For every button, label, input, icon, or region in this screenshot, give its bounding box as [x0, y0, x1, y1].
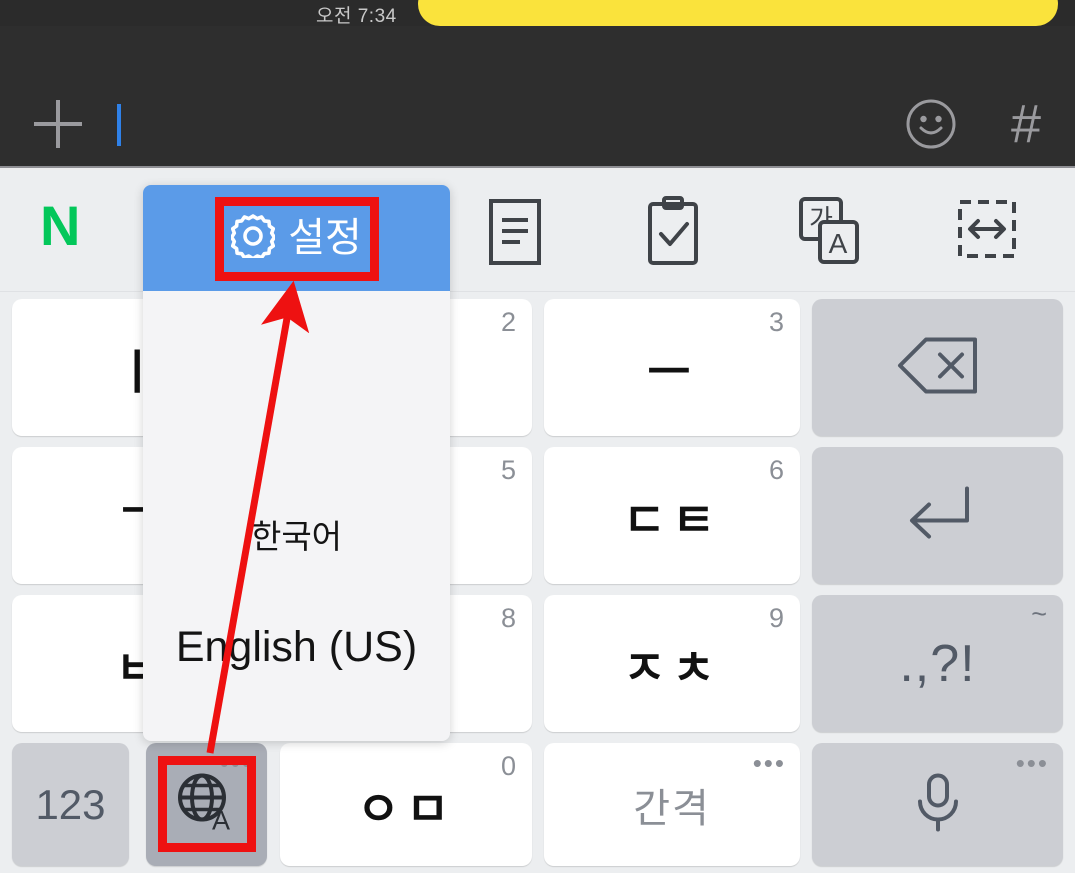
key-more-dots: •••	[219, 748, 253, 778]
key-consonant-dt[interactable]: 6 ㄷㅌ	[544, 447, 800, 584]
translate-icon[interactable]: 가 A	[798, 196, 860, 271]
key-label: 간격	[633, 786, 711, 831]
language-option-english[interactable]: English (US)	[143, 623, 450, 672]
key-label: ㄷㅌ	[622, 493, 722, 546]
key-label: ㅡ	[647, 345, 697, 398]
svg-text:A: A	[829, 228, 848, 259]
backspace-icon	[896, 334, 980, 401]
key-punctuation[interactable]: ~ .,?!	[812, 595, 1063, 732]
key-backspace[interactable]	[812, 299, 1063, 436]
status-time: 오전 7:34	[316, 6, 397, 27]
hashtag-icon[interactable]: #	[1011, 96, 1041, 152]
key-more-dots: •••	[1015, 748, 1049, 778]
key-vowel-eu[interactable]: 3 ㅡ	[544, 299, 800, 436]
notification-pill	[418, 0, 1058, 26]
microphone-icon	[911, 771, 965, 838]
key-space[interactable]: ••• 간격	[544, 743, 800, 866]
gear-icon	[230, 213, 277, 263]
key-globe-language[interactable]: ••• A	[146, 743, 267, 866]
settings-button[interactable]: 설정	[143, 185, 450, 291]
key-alt-label: ~	[1031, 599, 1047, 629]
key-enter[interactable]	[812, 447, 1063, 584]
status-bar: 오전 7:34	[0, 0, 1075, 27]
enter-icon	[901, 482, 975, 549]
plus-icon[interactable]	[34, 100, 82, 148]
settings-label: 설정	[288, 216, 362, 260]
emoji-smiley-icon[interactable]	[905, 98, 957, 150]
language-option-korean[interactable]: 한국어	[143, 510, 450, 558]
key-consonant-jc[interactable]: 9 ㅈㅊ	[544, 595, 800, 732]
key-more-dots: •••	[752, 748, 786, 778]
text-caret	[117, 104, 121, 146]
key-label: 123	[35, 780, 106, 828]
key-consonant-om[interactable]: 0 ㅇㅁ	[280, 743, 532, 866]
key-voice-input[interactable]: •••	[812, 743, 1063, 866]
key-numeric-mode[interactable]: 123	[12, 743, 129, 866]
globe-a-icon: A	[176, 771, 238, 838]
clipboard-check-icon[interactable]	[645, 196, 701, 273]
phone-screen: 오전 7:34 # N 가 A ㅣ 2 3 ㅡ ㄱ 5 6 ㄷㅌ ㅂ 8 9 ㅈ…	[0, 0, 1075, 873]
key-label: ㅇㅁ	[356, 782, 456, 835]
text-document-icon[interactable]	[487, 198, 543, 271]
language-option-other-keyboard[interactable]: 다른 키보드	[143, 739, 450, 741]
message-input-bar: #	[0, 26, 1075, 168]
key-label: .,?!	[899, 634, 976, 693]
key-number-label: 2	[500, 307, 516, 337]
naver-logo-icon[interactable]: N	[40, 196, 80, 256]
language-switch-popup: 설정 한국어 English (US) 다른 키보드	[143, 185, 450, 741]
key-label: ㅈㅊ	[622, 641, 722, 694]
svg-text:A: A	[211, 805, 229, 833]
resize-keyboard-icon[interactable]	[956, 198, 1018, 265]
